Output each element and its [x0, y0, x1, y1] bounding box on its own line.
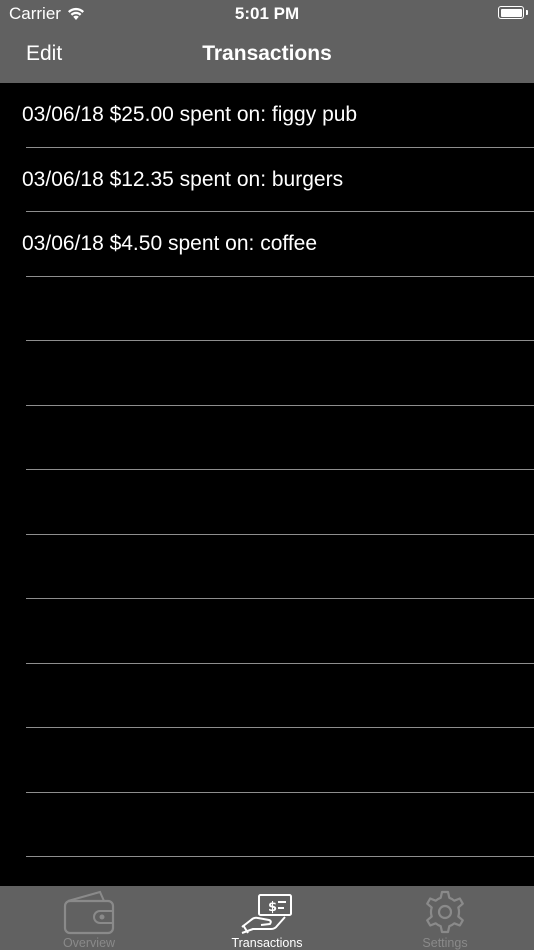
tab-label: Settings [422, 936, 468, 950]
transaction-text: 03/06/18 $12.35 spent on: burgers [22, 167, 344, 191]
empty-row [0, 470, 534, 535]
status-time: 5:01 PM [234, 4, 300, 23]
tab-label: Overview [62, 936, 116, 950]
transaction-row[interactable]: 03/06/18 $4.50 spent on: coffee [0, 212, 534, 277]
empty-row [0, 277, 534, 342]
transaction-row[interactable]: 03/06/18 $25.00 spent on: figgy pub [0, 83, 534, 148]
empty-row [0, 406, 534, 471]
wallet-icon [61, 888, 117, 936]
empty-row [0, 857, 534, 886]
tab-settings[interactable]: Settings [356, 886, 534, 950]
app-screen: Carrier 5:01 PM Edit Transactions 03/06/… [0, 0, 534, 950]
empty-row [0, 599, 534, 664]
status-bar: Carrier 5:01 PM [0, 0, 534, 28]
empty-row [0, 664, 534, 729]
battery-icon [498, 6, 524, 19]
tab-overview[interactable]: Overview [0, 886, 178, 950]
empty-row [0, 341, 534, 406]
transaction-row[interactable]: 03/06/18 $12.35 spent on: burgers [0, 148, 534, 213]
empty-row [0, 535, 534, 600]
transactions-list[interactable]: 03/06/18 $25.00 spent on: figgy pub 03/0… [0, 83, 534, 886]
transaction-text: 03/06/18 $4.50 spent on: coffee [22, 232, 318, 255]
battery-tip [526, 10, 528, 15]
tab-bar: Overview $ Transactions Settings [0, 886, 534, 950]
empty-row [0, 728, 534, 793]
page-title: Transactions [202, 42, 332, 65]
gear-icon [417, 888, 473, 936]
tab-transactions[interactable]: $ Transactions [178, 886, 356, 950]
cash-hand-icon: $ [239, 888, 295, 936]
svg-text:$: $ [268, 900, 277, 915]
tab-label: Transactions [231, 936, 303, 950]
empty-row [0, 793, 534, 858]
navigation-bar: Edit Transactions [0, 28, 534, 83]
transaction-text: 03/06/18 $25.00 spent on: figgy pub [22, 103, 358, 126]
battery-level [500, 8, 522, 17]
